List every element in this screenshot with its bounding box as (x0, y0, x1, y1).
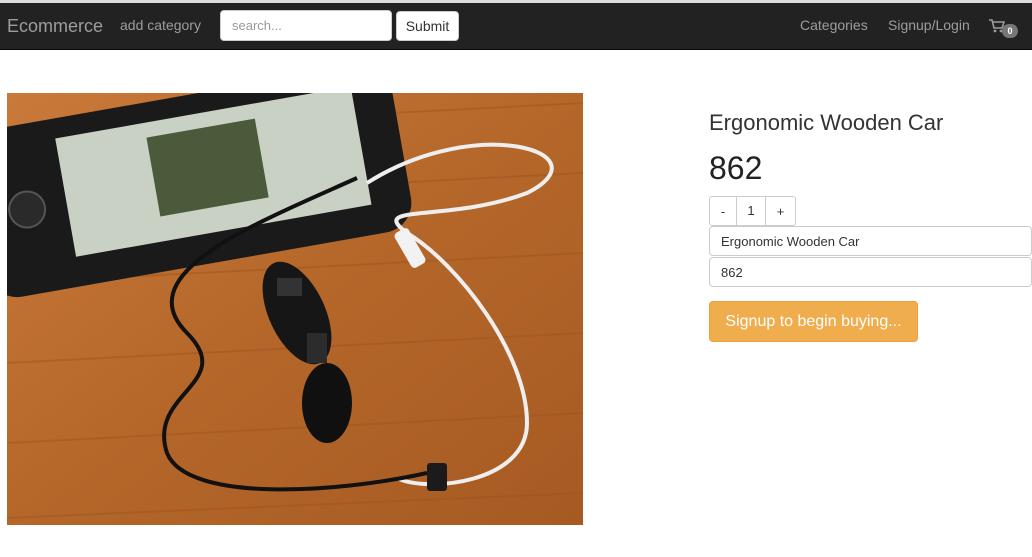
increment-button[interactable]: + (765, 196, 796, 226)
navbar: Ecommerce add category Submit Categories… (0, 3, 1032, 50)
signup-login-link[interactable]: Signup/Login (888, 17, 970, 33)
submit-button[interactable]: Submit (396, 11, 459, 41)
quantity-value: 1 (737, 196, 765, 226)
product-price-field[interactable] (709, 257, 1032, 287)
product-price: 862 (709, 150, 763, 186)
product-image (7, 93, 583, 525)
decrement-button[interactable]: - (709, 196, 737, 226)
brand-link[interactable]: Ecommerce (7, 16, 103, 37)
add-category-link[interactable]: add category (120, 17, 201, 33)
signup-to-buy-button[interactable]: Signup to begin buying... (709, 301, 918, 342)
cart-count-badge: 0 (1002, 24, 1018, 38)
search-input[interactable] (220, 10, 392, 41)
cart-link[interactable]: 0 (989, 19, 1021, 39)
product-title: Ergonomic Wooden Car (709, 110, 944, 135)
categories-link[interactable]: Categories (800, 17, 868, 33)
product-name-field[interactable] (709, 226, 1032, 256)
quantity-stepper: - 1 + (709, 196, 796, 226)
